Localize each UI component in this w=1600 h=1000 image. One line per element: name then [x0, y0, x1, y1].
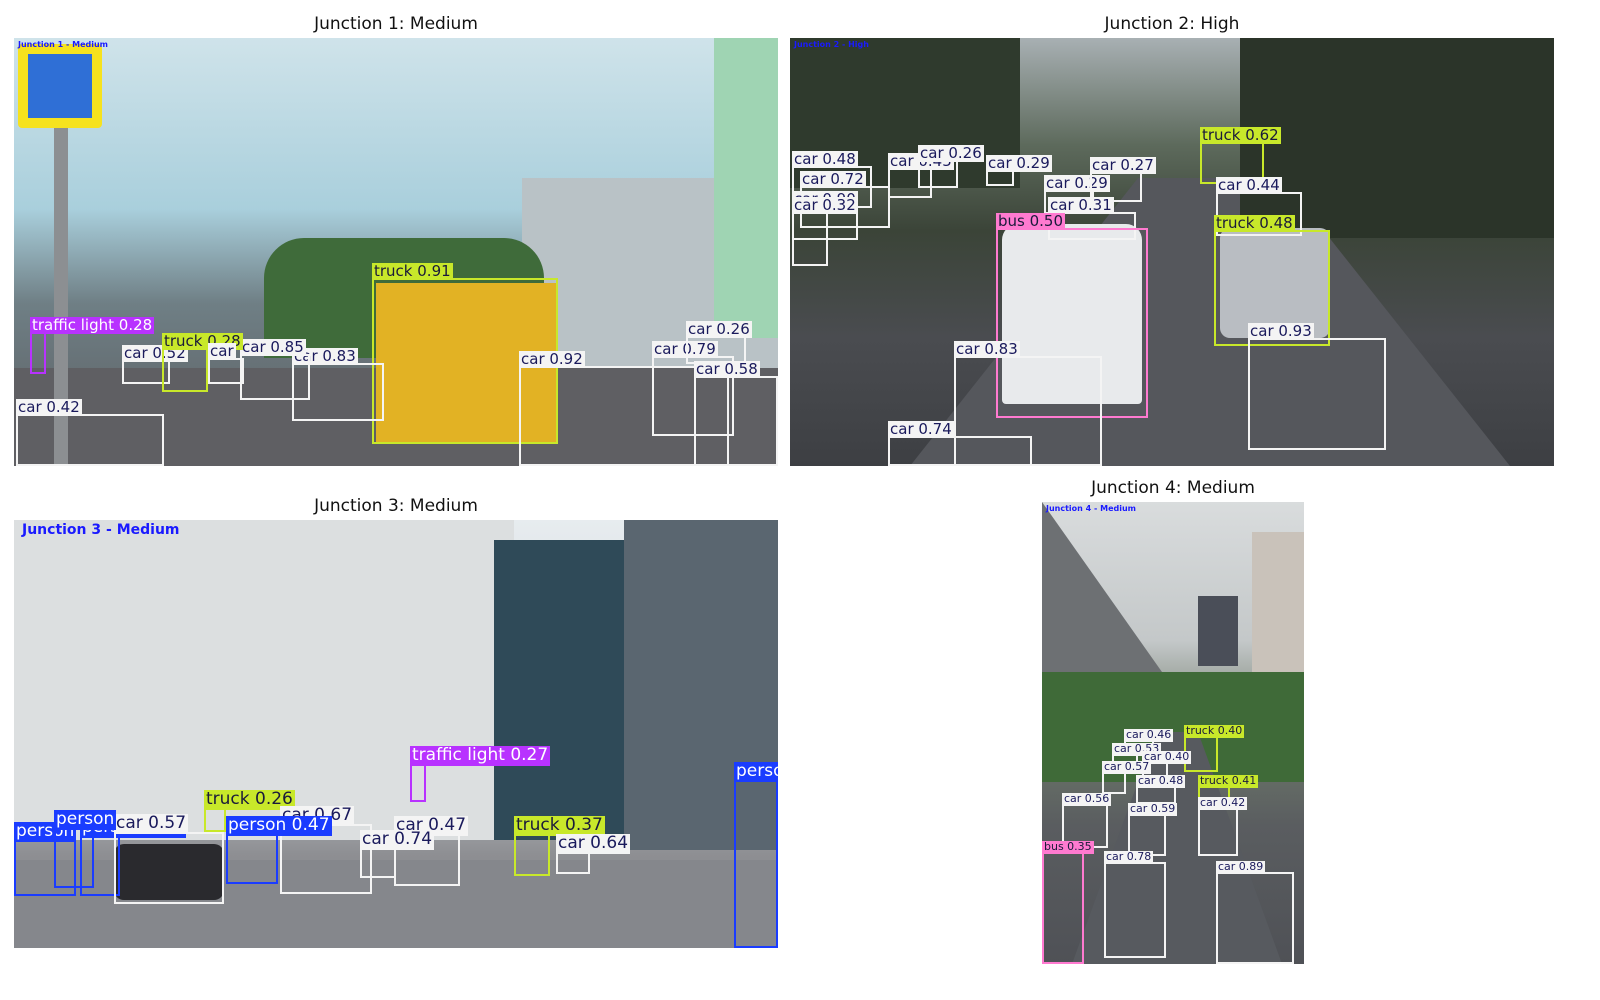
detection-label: car 0.26 — [918, 143, 984, 162]
detection-box: car 0.93 — [1248, 322, 1386, 450]
detection-label: car 0.42 — [1198, 796, 1248, 810]
detection-label: car 0.58 — [694, 359, 760, 378]
panel-junction-4: Junction 4: Medium Junction 4 - Medium c… — [1042, 474, 1304, 968]
detection-box: car 0.89 — [1216, 861, 1294, 964]
detection-label: car 0.44 — [1216, 175, 1282, 194]
glass-tower — [494, 540, 624, 840]
detection-label: car 0.56 — [1062, 792, 1112, 806]
panel-title: Junction 3: Medium — [314, 496, 478, 516]
detection-label: car — [208, 341, 236, 360]
detection-label: truck 0.91 — [372, 261, 453, 280]
detection-label: truck 0.41 — [1198, 774, 1259, 788]
detection-label: car 0.93 — [1248, 321, 1314, 340]
detection-box: person 0.85 — [734, 762, 778, 948]
panel-title: Junction 4: Medium — [1091, 478, 1255, 498]
detection-box: car 0.74 — [888, 420, 1032, 466]
panel-junction-2: Junction 2: High Junction 2 - High car 0… — [790, 8, 1554, 468]
crossing-sign — [18, 44, 102, 128]
detection-label: car 0.74 — [360, 829, 435, 850]
detection-box: car 0.64 — [556, 834, 631, 874]
detection-box: traffic light 0.28 — [30, 316, 155, 374]
detection-label: traffic light 0.27 — [410, 745, 551, 766]
detection-box: car 0.74 — [360, 830, 435, 878]
detection-label: car 0.57 — [1102, 760, 1152, 774]
detection-label: car 0.48 — [1136, 774, 1186, 788]
detection-box: car 0.85 — [240, 338, 310, 400]
detection-label: car 0.59 — [1128, 802, 1178, 816]
detection-label: person — [54, 809, 117, 830]
detection-label: truck 0.62 — [1200, 125, 1281, 144]
detection-box: bus 0.35 — [1042, 841, 1094, 964]
detection-label: car 0.83 — [954, 339, 1020, 358]
detection-label: car 0.27 — [1090, 155, 1156, 174]
detection-label: car 0.89 — [1216, 860, 1266, 874]
detection-label: person 0.47 — [226, 815, 332, 836]
detection-box: car 0.58 — [694, 360, 778, 466]
detection-label: car 0.26 — [686, 319, 752, 338]
detection-label: bus 0.50 — [996, 211, 1066, 230]
detection-box: car 0.57 — [1102, 761, 1152, 794]
detection-box: car — [208, 342, 244, 384]
detection-label: traffic light 0.28 — [30, 315, 155, 334]
detection-label: car 0.72 — [800, 169, 866, 188]
detection-label: car 0.74 — [888, 419, 954, 438]
detection-box: person — [54, 810, 117, 888]
junction-watermark: Junction 3 - Medium — [22, 522, 180, 538]
detection-box: car 0.29 — [986, 154, 1052, 186]
detection-box: car 0.42 — [1198, 797, 1248, 856]
detection-box: truck 0.37 — [514, 816, 605, 876]
detection-box: car 0.26 — [918, 144, 984, 188]
tower-center — [1198, 596, 1238, 666]
detection-label: truck 0.40 — [1184, 724, 1245, 738]
detection-box: car 0.48 — [1136, 775, 1186, 804]
detection-box: truck 0.28 — [162, 332, 243, 392]
panel-title: Junction 2: High — [1104, 14, 1240, 34]
detection-label: car 0.85 — [240, 337, 306, 356]
detection-box: car 0.57 — [114, 814, 224, 904]
scene-image: Junction 2 - High car 0.48 car 0.72 car … — [790, 38, 1554, 466]
detection-label: car 0.92 — [519, 349, 585, 368]
detection-box: person 0.47 — [226, 816, 332, 884]
detection-label: person 0.85 — [734, 762, 778, 782]
detection-box: car 0.42 — [16, 398, 164, 466]
panel-junction-3: Junction 3: Medium Junction 3 - Medium t… — [14, 490, 778, 960]
building-green — [714, 38, 778, 338]
scene-image: Junction 4 - Medium car 0.46 truck 0.40 … — [1042, 502, 1304, 964]
junction-watermark: Junction 4 - Medium — [1046, 504, 1136, 513]
detection-label: car 0.29 — [986, 153, 1052, 172]
detection-box: truck 0.26 — [204, 790, 295, 832]
scene-image: Junction 1 - Medium truck 0.91 car 0.92 … — [14, 38, 778, 466]
detection-box: car 0.32 — [792, 196, 858, 266]
detection-label: car 0.42 — [16, 397, 82, 416]
detection-label: car 0.78 — [1104, 850, 1154, 864]
panel-junction-1: Junction 1: Medium Junction 1 - Medium t… — [14, 8, 778, 468]
scene-image: Junction 3 - Medium traffic light 0.27 p… — [14, 520, 778, 948]
detection-label: car 0.57 — [114, 813, 189, 834]
junction-watermark: Junction 2 - High — [794, 40, 869, 49]
detection-label: car 0.46 — [1124, 728, 1174, 742]
junction-watermark: Junction 1 - Medium — [18, 40, 108, 49]
detection-label: car 0.48 — [792, 149, 858, 168]
panel-title: Junction 1: Medium — [314, 14, 478, 34]
detection-box: car 0.78 — [1104, 851, 1166, 958]
detection-label: bus 0.35 — [1042, 840, 1094, 854]
detection-label: truck 0.48 — [1214, 213, 1295, 232]
detection-box: traffic light 0.27 — [410, 746, 551, 802]
overpass — [1042, 502, 1162, 672]
detection-label: car 0.64 — [556, 833, 631, 854]
detection-label: car 0.32 — [792, 195, 858, 214]
